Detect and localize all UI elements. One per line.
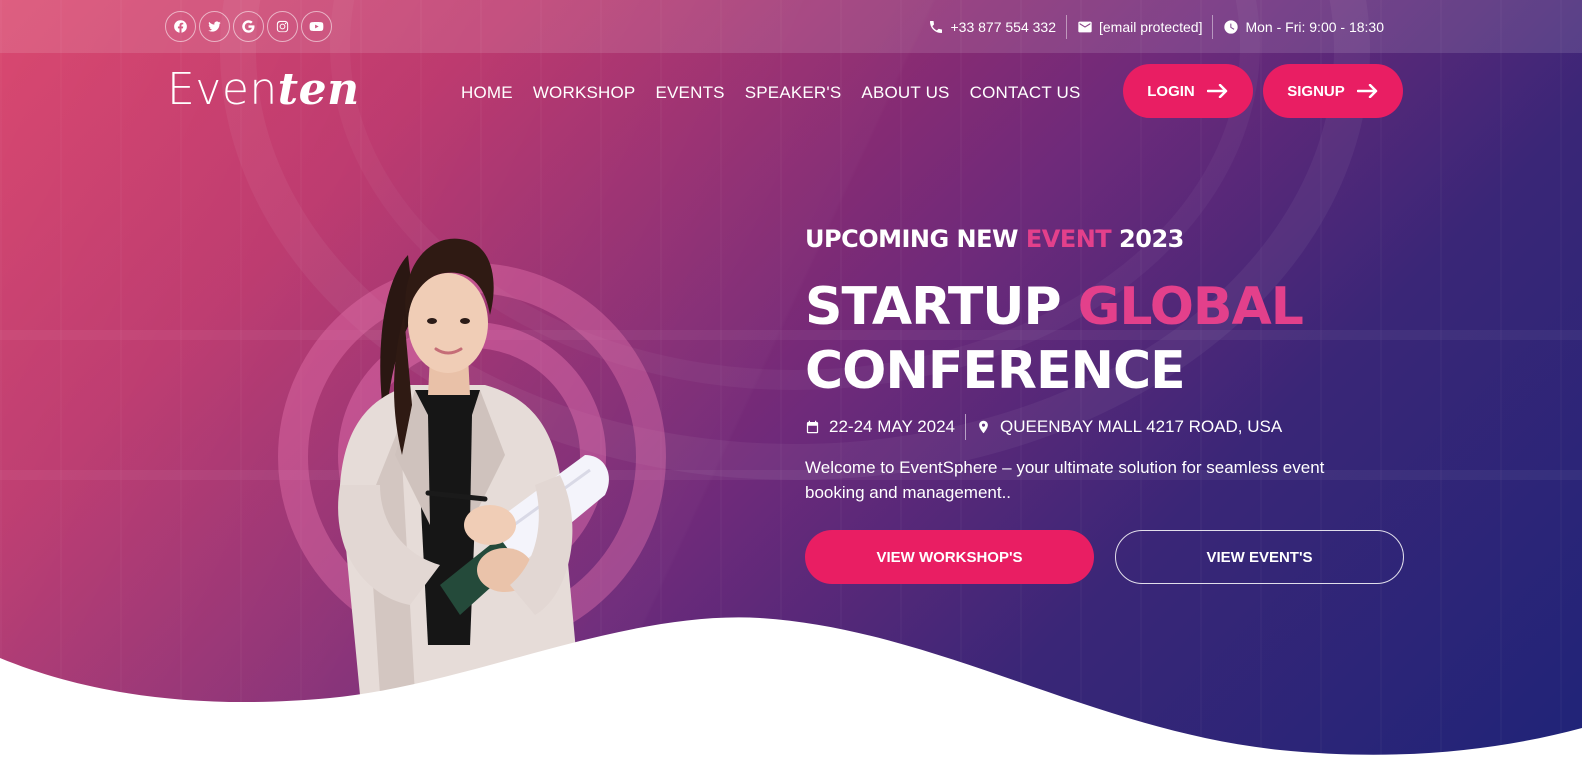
hero-cta-group: VIEW WORKSHOP'S VIEW EVENT'S (805, 530, 1404, 584)
site-logo[interactable]: Eventen (167, 64, 360, 115)
bottom-wave-divider (0, 617, 1582, 773)
google-link[interactable] (233, 11, 264, 42)
youtube-link[interactable] (301, 11, 332, 42)
contact-info: +33 877 554 332 [email protected] Mon - … (918, 15, 1394, 39)
view-events-button[interactable]: VIEW EVENT'S (1115, 530, 1404, 584)
social-links (165, 11, 332, 42)
nav-item-events[interactable]: EVENTS (655, 83, 724, 103)
hours-contact: Mon - Fri: 9:00 - 18:30 (1212, 15, 1394, 39)
event-location-text: QUEENBAY MALL 4217 ROAD, USA (1000, 417, 1283, 436)
youtube-icon (309, 22, 324, 31)
nav-item-home[interactable]: HOME (461, 83, 513, 103)
eyebrow-accent-text: EVENT (1025, 225, 1112, 253)
auth-buttons: LOGIN SIGNUP (1123, 64, 1403, 118)
eyebrow-year-text: 2023 (1111, 225, 1184, 253)
twitter-icon (208, 21, 221, 32)
phone-contact[interactable]: +33 877 554 332 (918, 15, 1066, 39)
nav-item-workshop[interactable]: WORKSHOP (533, 83, 636, 103)
nav-item-about-us[interactable]: ABOUT US (861, 83, 949, 103)
clock-icon (1224, 20, 1239, 34)
instagram-icon (276, 20, 289, 33)
nav-item-contact-us[interactable]: CONTACT US (970, 83, 1081, 103)
google-icon (242, 20, 255, 33)
balcony-decoration (0, 330, 1582, 340)
map-pin-icon (979, 420, 988, 434)
headline-accent-text: GLOBAL (1077, 277, 1304, 337)
twitter-link[interactable] (199, 11, 230, 42)
facebook-icon (174, 20, 187, 33)
event-date: 22-24 MAY 2024 (805, 414, 955, 440)
calendar-icon (806, 420, 819, 434)
event-eyebrow: UPCOMING NEW EVENT 2023 (805, 225, 1184, 253)
signup-button[interactable]: SIGNUP (1263, 64, 1403, 118)
instagram-link[interactable] (267, 11, 298, 42)
envelope-icon (1078, 21, 1092, 33)
email-contact[interactable]: [email protected] (1065, 15, 1213, 39)
headline-line2: CONFERENCE (805, 341, 1186, 401)
phone-number: +33 877 554 332 (950, 19, 1056, 35)
eyebrow-text: UPCOMING NEW (805, 225, 1026, 253)
hero-description: Welcome to EventSphere – your ultimate s… (805, 458, 1325, 502)
signup-label: SIGNUP (1287, 82, 1345, 100)
logo-text: Even (167, 64, 278, 115)
facebook-link[interactable] (165, 11, 196, 42)
top-info-bar: +33 877 554 332 [email protected] Mon - … (0, 0, 1582, 53)
hero-section: +33 877 554 332 [email protected] Mon - … (0, 0, 1582, 773)
event-date-text: 22-24 MAY 2024 (829, 417, 956, 436)
login-label: LOGIN (1147, 82, 1195, 100)
event-location: QUEENBAY MALL 4217 ROAD, USA (965, 414, 1282, 440)
nav-item-speakers[interactable]: SPEAKER'S (745, 83, 842, 103)
view-workshops-button[interactable]: VIEW WORKSHOP'S (805, 530, 1094, 584)
phone-icon (930, 21, 943, 33)
arrow-right-icon (1356, 84, 1377, 98)
arrow-right-icon (1206, 84, 1227, 98)
logo-script-text: ten (277, 64, 360, 115)
main-nav: HOME WORKSHOP EVENTS SPEAKER'S ABOUT US … (461, 83, 1081, 103)
event-meta: 22-24 MAY 2024 QUEENBAY MALL 4217 ROAD, … (805, 414, 1282, 440)
hero-headline: STARTUP GLOBAL CONFERENCE (805, 275, 1304, 403)
email-address: [email protected] (1098, 19, 1203, 35)
headline-text: STARTUP (805, 277, 1078, 337)
login-button[interactable]: LOGIN (1123, 64, 1253, 118)
opening-hours: Mon - Fri: 9:00 - 18:30 (1245, 19, 1384, 35)
